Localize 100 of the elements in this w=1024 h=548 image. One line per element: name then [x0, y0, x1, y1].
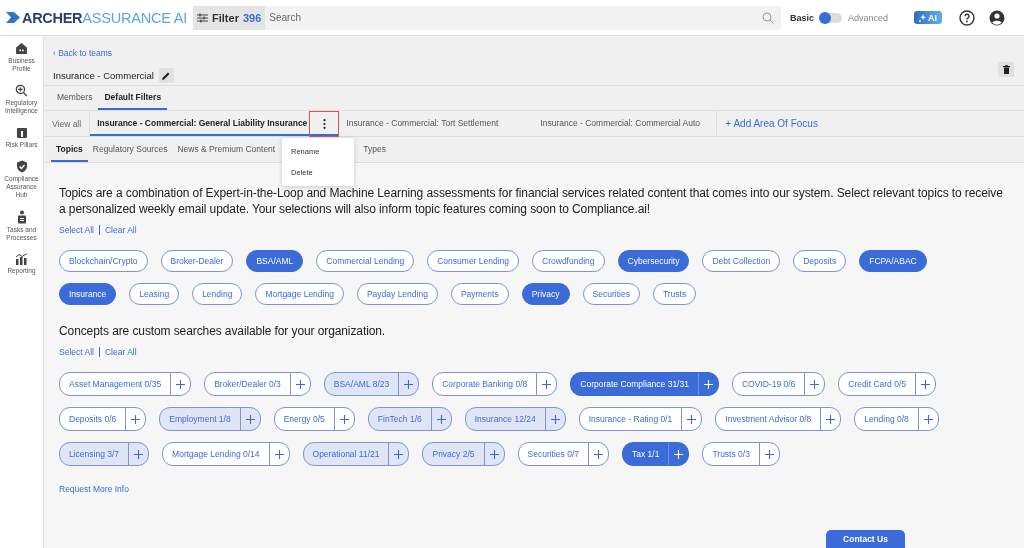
plus-icon[interactable] [245, 414, 255, 424]
concept-label[interactable]: Trusts 0/3 [703, 443, 760, 465]
concept-chip[interactable]: Mortgage Lending 0/14 [162, 442, 290, 466]
topic-chip[interactable]: Leasing [129, 283, 180, 305]
tab[interactable]: Default Filters [98, 86, 168, 110]
concept-label[interactable]: Licensing 3/7 [60, 443, 130, 465]
concept-label[interactable]: Operational 11/21 [303, 443, 390, 465]
edit-button[interactable] [158, 68, 174, 83]
plus-icon[interactable] [594, 449, 604, 459]
concept-chip[interactable]: Employment 1/8 [159, 407, 261, 431]
concept-chip[interactable]: Corporate Banking 0/8 [432, 372, 558, 396]
concept-label[interactable]: BSA/AML 8/23 [324, 373, 400, 395]
plus-icon[interactable] [826, 414, 836, 424]
concept-chip[interactable]: Corporate Compliance 31/31 [570, 372, 719, 396]
area-tab[interactable]: Insurance - Commercial: Tort Settlement [346, 117, 499, 128]
concept-label[interactable]: Employment 1/8 [160, 408, 241, 430]
delete-button[interactable] [998, 62, 1014, 77]
concept-label[interactable]: FinTech 1/6 [368, 408, 432, 430]
concept-chip[interactable]: Trusts 0/3 [702, 442, 780, 466]
concept-label[interactable]: Privacy 2/5 [423, 443, 485, 465]
area-tab[interactable]: Insurance - Commercial: General Liability Insurance [97, 117, 308, 128]
mode-toggle[interactable] [820, 12, 843, 23]
concept-label[interactable]: Corporate Banking 0/8 [433, 373, 538, 395]
topic-chip[interactable]: Lending [192, 283, 243, 305]
plus-icon[interactable] [274, 449, 284, 459]
topic-chip[interactable]: Payments [450, 283, 509, 305]
concept-chip[interactable]: Insurance 12/24 [464, 407, 566, 431]
concept-chip[interactable]: Asset Management 0/35 [59, 372, 192, 396]
plus-icon[interactable] [921, 379, 930, 389]
topic-chip[interactable]: Securities [582, 283, 640, 305]
topic-chip[interactable]: Payday Lending [356, 283, 438, 305]
concept-label[interactable]: Deposits 0/6 [60, 408, 127, 430]
filter-button[interactable]: Filter 396 [193, 5, 266, 30]
concept-chip[interactable]: FinTech 1/6 [367, 407, 452, 431]
help-icon[interactable] [959, 9, 975, 26]
topic-chip[interactable]: Deposits [793, 250, 847, 272]
plus-icon[interactable] [436, 414, 446, 424]
concept-label[interactable]: Energy 0/5 [274, 408, 335, 430]
concept-label[interactable]: Securities 0/7 [518, 443, 590, 465]
concept-label[interactable]: Asset Management 0/35 [60, 373, 172, 395]
concept-chip[interactable]: Privacy 2/5 [422, 442, 505, 466]
concept-chip[interactable]: Tax 1/1 [622, 442, 690, 466]
concept-chip[interactable]: Deposits 0/6 [59, 407, 147, 431]
tab[interactable]: Members [51, 86, 99, 110]
plus-icon[interactable] [339, 414, 349, 424]
topic-chip[interactable]: Commercial Lending [316, 250, 415, 272]
plus-icon[interactable] [764, 449, 774, 459]
concept-chip[interactable]: Lending 0/8 [854, 407, 939, 431]
topic-chip[interactable]: Consumer Lending [427, 250, 520, 272]
plus-icon[interactable] [810, 379, 820, 389]
add-area-link[interactable]: + Add Area Of Focus [717, 111, 826, 136]
concept-label[interactable]: Broker/Dealer 0/3 [205, 373, 291, 395]
request-info-link[interactable]: Request More Info [59, 484, 129, 494]
concept-label[interactable]: Corporate Compliance 31/31 [571, 373, 699, 395]
more-options-button[interactable] [309, 110, 340, 137]
concept-label[interactable]: Tax 1/1 [623, 443, 670, 465]
concept-chip[interactable]: Operational 11/21 [302, 442, 410, 466]
topic-chip[interactable]: Mortgage Lending [255, 283, 344, 305]
topic-chip[interactable]: Broker-Dealer [160, 250, 234, 272]
plus-icon[interactable] [176, 379, 186, 389]
clear-all-link[interactable]: Clear All [104, 225, 137, 235]
concept-label[interactable]: Insurance - Rating 0/1 [579, 408, 683, 430]
plus-icon[interactable] [489, 449, 499, 459]
subtab[interactable]: Regulatory Sources [87, 137, 173, 162]
plus-icon[interactable] [687, 414, 697, 424]
concept-label[interactable]: Investment Advisor 0/8 [716, 408, 822, 430]
concept-chip[interactable]: Investment Advisor 0/8 [715, 407, 842, 431]
concept-chip[interactable]: BSA/AML 8/23 [323, 372, 420, 396]
area-tab[interactable]: Insurance - Commercial: Commercial Auto [540, 117, 700, 128]
concept-chip[interactable]: COVID-19 0/6 [731, 372, 826, 396]
search-input[interactable]: Search [265, 11, 762, 24]
plus-icon[interactable] [131, 414, 141, 424]
concept-label[interactable]: COVID-19 0/6 [732, 373, 806, 395]
topic-chip[interactable]: BSA/AML [246, 250, 304, 272]
topic-chip[interactable]: Trusts [652, 283, 697, 305]
plus-icon[interactable] [550, 414, 560, 424]
back-link[interactable]: ‹ Back to teams [53, 48, 113, 58]
topic-chip[interactable]: Privacy [521, 283, 570, 305]
topic-chip[interactable]: FCPA/ABAC [859, 250, 927, 272]
concept-chip[interactable]: Insurance - Rating 0/1 [578, 407, 703, 431]
plus-icon[interactable] [542, 379, 552, 389]
user-avatar-icon[interactable] [989, 9, 1005, 26]
plus-icon[interactable] [295, 379, 305, 389]
concept-label[interactable]: Insurance 12/24 [465, 408, 546, 430]
view-all-tab[interactable]: View all [44, 111, 91, 136]
topic-chip[interactable]: Insurance [59, 283, 117, 305]
concept-chip[interactable]: Licensing 3/7 [59, 442, 150, 466]
plus-icon[interactable] [134, 449, 144, 459]
clear-all-link[interactable]: Clear All [104, 347, 137, 357]
concept-chip[interactable]: Credit Card 0/5 [838, 372, 936, 396]
contact-button[interactable]: Contact Us [826, 530, 905, 548]
concept-label[interactable]: Credit Card 0/5 [839, 373, 916, 395]
ai-button[interactable]: AI [914, 11, 942, 24]
concept-label[interactable]: Lending 0/8 [855, 408, 919, 430]
subtab[interactable]: News & Premium Content [172, 137, 281, 162]
concept-chip[interactable]: Energy 0/5 [273, 407, 355, 431]
topic-chip[interactable]: Crowdfunding [532, 250, 605, 272]
concept-chip[interactable]: Securities 0/7 [517, 442, 610, 466]
search-field[interactable]: Search [265, 5, 781, 30]
plus-icon[interactable] [394, 449, 404, 459]
